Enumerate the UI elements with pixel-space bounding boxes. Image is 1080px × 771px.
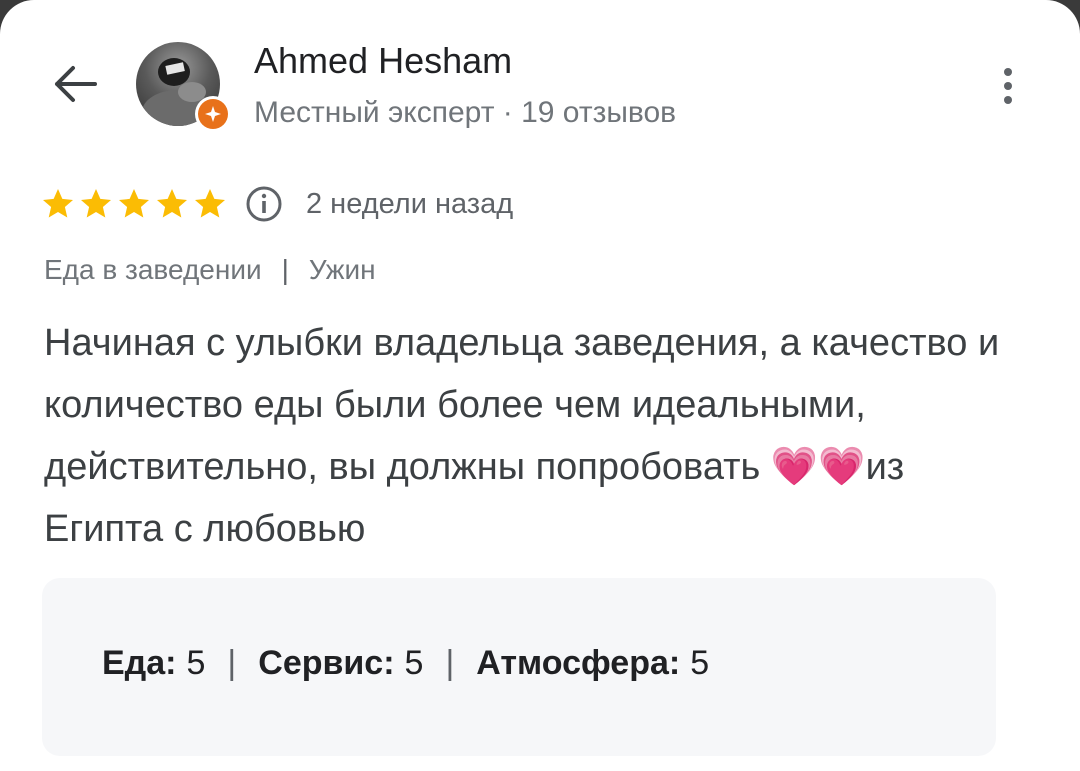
tag-meal-type: Ужин <box>308 254 376 285</box>
rating-divider: | <box>227 644 237 682</box>
star-icon <box>195 189 225 218</box>
rating-row: 2 недели назад <box>40 184 513 224</box>
local-guide-star-icon <box>205 106 221 122</box>
tag-divider: | <box>281 254 289 285</box>
arrow-left-icon <box>55 66 97 102</box>
rating-food-value: 5 <box>186 644 206 682</box>
rating-divider: | <box>445 644 455 682</box>
review-tags: Еда в заведении | Ужин <box>44 254 376 286</box>
review-date: 2 недели назад <box>306 187 514 220</box>
user-meta: Местный эксперт · 19 отзывов <box>254 96 677 129</box>
star-icon <box>81 189 111 218</box>
star-icon <box>119 189 149 218</box>
heart-emoji: 💗 <box>818 446 866 488</box>
rating-atmosphere-label: Атмосфера: <box>476 644 681 682</box>
star-rating <box>40 186 228 222</box>
back-button[interactable] <box>46 56 102 112</box>
more-vert-icon <box>1004 68 1012 76</box>
rating-atmosphere-value: 5 <box>690 644 710 682</box>
heart-emoji: 💗 <box>770 446 819 488</box>
local-guide-badge <box>195 96 231 132</box>
info-icon[interactable] <box>244 184 284 224</box>
rating-service-value: 5 <box>404 644 424 682</box>
star-icon <box>157 189 187 218</box>
ratings-line: Еда: 5 | Сервис: 5 | Атмосфера: 5 <box>102 644 709 683</box>
review-text: Начиная с улыбки владельца заведения, а … <box>44 322 1000 550</box>
rating-service-label: Сервис: <box>258 644 395 682</box>
user-name[interactable]: Ahmed Hesham <box>254 40 512 82</box>
rating-food-label: Еда: <box>102 644 177 682</box>
star-icon <box>43 189 73 218</box>
ratings-summary: Еда: 5 | Сервис: 5 | Атмосфера: 5 <box>42 578 996 756</box>
review-sheet: Ahmed Hesham Местный эксперт · 19 отзыво… <box>0 0 1080 771</box>
more-options-button[interactable] <box>986 60 1030 112</box>
tag-dining-type: Еда в заведении <box>44 254 262 285</box>
